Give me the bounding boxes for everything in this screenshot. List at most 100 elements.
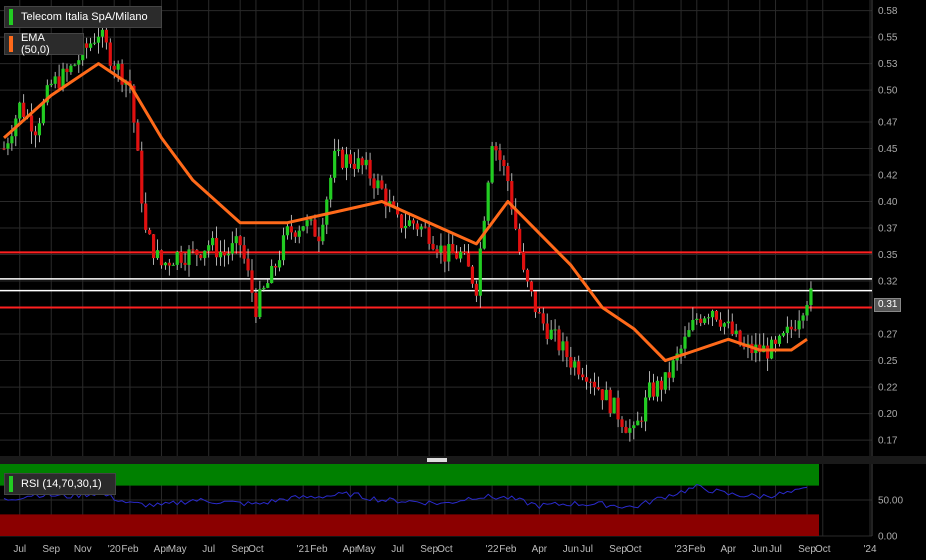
candle-body xyxy=(163,262,167,266)
candle-body xyxy=(226,253,230,256)
y-tick-label: 0.35 xyxy=(878,250,898,261)
y-tick-label: 0.40 xyxy=(878,197,898,208)
candle-body xyxy=(498,150,502,160)
candle-body xyxy=(250,270,254,293)
candle-body xyxy=(297,230,301,237)
candle-body xyxy=(155,250,160,259)
candle-body xyxy=(108,42,112,66)
y-tick-label: 0.22 xyxy=(878,383,898,394)
x-tick-label: Jul xyxy=(769,544,782,555)
candle-body xyxy=(6,143,10,149)
candle-body xyxy=(144,203,148,230)
x-tick-label: Jul xyxy=(13,544,26,555)
candle-body xyxy=(624,426,628,433)
x-tick-label: '22 xyxy=(486,544,499,555)
candle-body xyxy=(569,357,573,368)
candle-body xyxy=(85,43,89,48)
candle-body xyxy=(175,251,179,265)
ema-swatch-icon xyxy=(9,36,13,52)
candle-body xyxy=(136,122,140,151)
candle-body xyxy=(65,68,69,73)
candle-body xyxy=(691,319,695,331)
x-tick-label: Oct xyxy=(626,544,642,555)
candle-body xyxy=(600,389,604,401)
candle-body xyxy=(636,420,640,426)
candle-body xyxy=(470,266,475,284)
candle-body xyxy=(218,251,223,258)
candle-body xyxy=(679,348,683,354)
x-tick-label: Apr xyxy=(532,544,548,555)
candle-body xyxy=(376,180,380,189)
candle-body xyxy=(89,43,93,48)
candle-body xyxy=(644,397,648,422)
candle-body xyxy=(533,291,538,313)
x-tick-label: Jul xyxy=(202,544,215,555)
candle-body xyxy=(277,260,282,268)
candle-body xyxy=(69,65,73,73)
candle-body xyxy=(419,226,423,230)
x-tick-label: May xyxy=(168,544,187,555)
x-tick-label: Sep xyxy=(798,544,816,555)
candle-body xyxy=(348,154,352,164)
candle-body xyxy=(801,315,805,321)
candle-body xyxy=(317,236,321,242)
candle-body xyxy=(49,83,53,86)
candle-body xyxy=(96,36,101,43)
legend-symbol[interactable]: Telecom Italia SpA/Milano xyxy=(4,6,162,28)
candle-body xyxy=(151,234,156,259)
candle-body xyxy=(506,166,510,182)
candle-body xyxy=(612,397,616,414)
legend-rsi-label: RSI (14,70,30,1) xyxy=(21,478,102,490)
x-tick-label: Nov xyxy=(74,544,92,555)
candle-body xyxy=(368,159,372,179)
candle-body xyxy=(407,220,412,226)
candle xyxy=(486,180,490,225)
candle-body xyxy=(722,323,726,327)
last-price-tag: 0.31 xyxy=(874,298,902,312)
candle-body xyxy=(561,341,565,351)
x-tick-label: Jul xyxy=(391,544,404,555)
candle-body xyxy=(171,264,175,266)
candle-body xyxy=(159,250,164,266)
candle-body xyxy=(33,131,38,136)
candle-body xyxy=(522,251,526,270)
x-tick-label: Jul xyxy=(580,544,593,555)
legend-ema[interactable]: EMA (50,0) xyxy=(4,32,84,56)
candle-body xyxy=(179,251,183,263)
candle-body xyxy=(262,287,266,290)
candle-body xyxy=(116,63,120,70)
y-tick-label: 0.47 xyxy=(878,117,898,128)
candle-body xyxy=(435,249,439,253)
candle xyxy=(612,397,616,414)
pane-splitter-handle[interactable] xyxy=(427,458,447,462)
candle-body xyxy=(466,252,471,267)
candle-body xyxy=(10,136,14,144)
candle-body xyxy=(703,318,707,323)
candle-body xyxy=(718,319,723,327)
candle-body xyxy=(309,219,313,221)
candle xyxy=(136,119,140,151)
x-tick-label: Feb xyxy=(688,544,706,555)
candle-body xyxy=(545,323,549,339)
candle-body xyxy=(734,330,738,335)
legend-rsi[interactable]: RSI (14,70,30,1) xyxy=(4,473,116,495)
legend-symbol-label: Telecom Italia SpA/Milano xyxy=(21,11,148,23)
candle-body xyxy=(573,361,577,368)
candle-body xyxy=(596,387,600,390)
candle-body xyxy=(455,253,459,259)
candle-body xyxy=(714,310,719,320)
y-tick-label: 0.20 xyxy=(878,409,898,420)
candle-body xyxy=(140,150,144,204)
candle-body xyxy=(2,148,6,150)
candle-body xyxy=(53,76,57,84)
candle xyxy=(769,336,774,360)
main-y-axis: 0.58 0.55 0.53 0.50 0.47 0.45 0.42 0.40 0.37 0.35… xyxy=(878,6,898,446)
rsi-band xyxy=(0,464,819,486)
candle xyxy=(108,38,112,71)
candle-body xyxy=(285,226,290,236)
x-tick-label: '20 xyxy=(108,544,121,555)
candle-body xyxy=(695,318,699,320)
y-tick-label: 0.50 xyxy=(878,86,898,97)
pane-splitter[interactable] xyxy=(0,456,926,464)
stock-chart: 0.58 0.55 0.53 0.50 0.47 0.45 0.42 0.40 0.37 0.35… xyxy=(0,0,926,555)
